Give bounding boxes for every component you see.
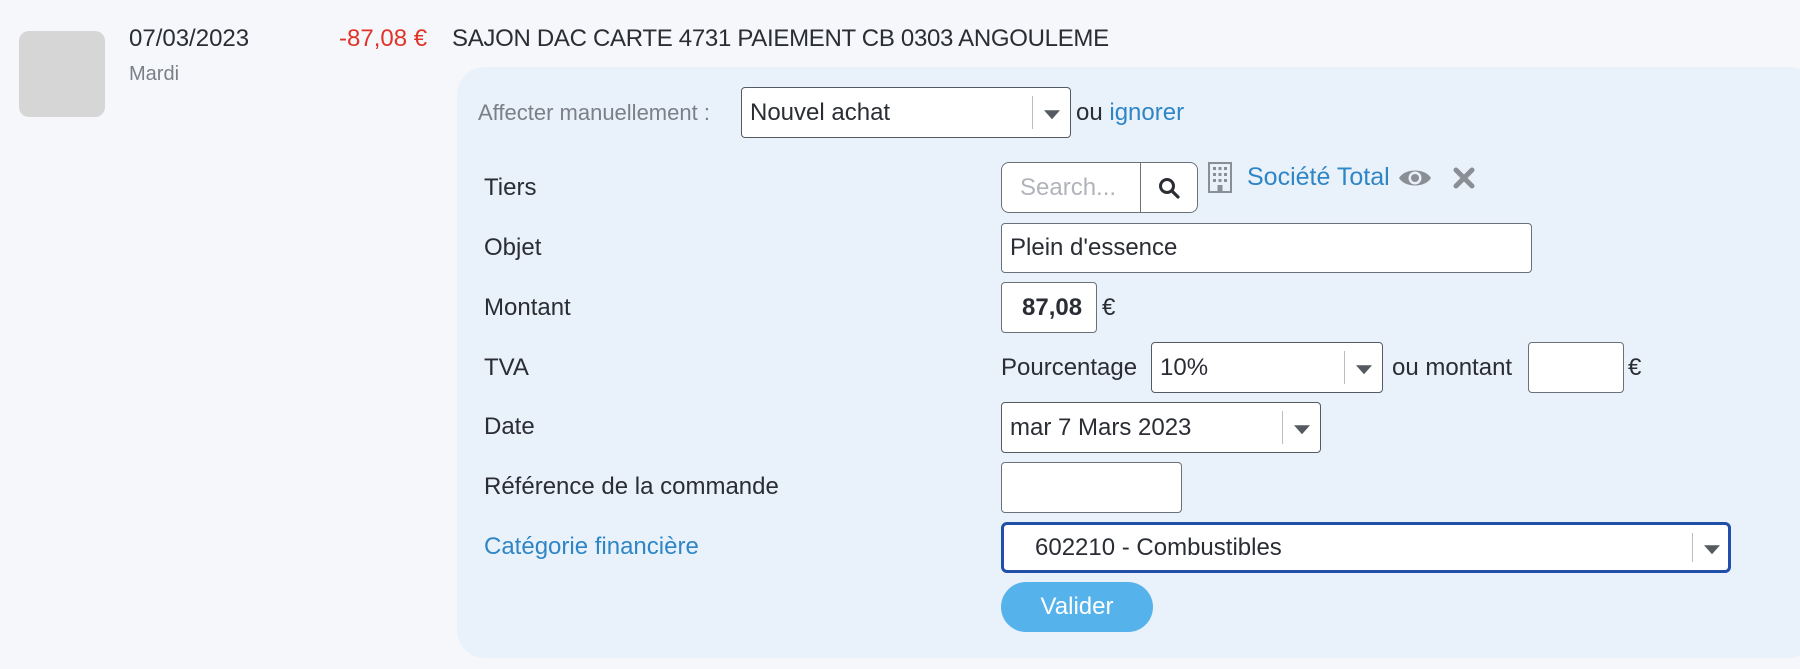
tva-amount-input[interactable] <box>1528 342 1624 393</box>
objet-value: Plein d'essence <box>1010 234 1178 261</box>
ignore-link[interactable]: ignorer <box>1109 99 1184 126</box>
tva-unit: € <box>1628 354 1642 381</box>
transaction-avatar <box>19 31 105 117</box>
close-icon[interactable] <box>1452 166 1476 190</box>
date-label: Date <box>484 413 535 440</box>
montant-unit: € <box>1102 294 1116 321</box>
categorie-value: 602210 - Combustibles <box>1035 533 1282 561</box>
tva-percent-select[interactable]: 10% <box>1151 342 1383 393</box>
tva-amount-label: ou montant <box>1392 354 1513 381</box>
tva-label: TVA <box>484 354 529 381</box>
chevron-down-icon <box>1356 364 1372 374</box>
reference-label: Référence de la commande <box>484 473 779 500</box>
eye-icon[interactable] <box>1398 166 1432 190</box>
montant-label: Montant <box>484 294 571 321</box>
categorie-label[interactable]: Catégorie financière <box>484 533 699 561</box>
transaction-amount: -87,08 € <box>339 25 428 52</box>
objet-label: Objet <box>484 234 542 261</box>
assign-or-text: ou <box>1076 99 1103 126</box>
search-icon <box>1159 178 1180 199</box>
transaction-day: Mardi <box>129 63 180 85</box>
chevron-down-icon <box>1044 109 1060 119</box>
assign-type-value: Nouvel achat <box>750 98 891 126</box>
tva-percent-value: 10% <box>1160 353 1209 381</box>
assign-label: Affecter manuellement : <box>478 100 710 125</box>
montant-input[interactable]: 87,08 <box>1001 282 1097 333</box>
chevron-down-icon <box>1704 544 1720 554</box>
submit-button[interactable]: Valider <box>1001 582 1153 632</box>
tiers-label: Tiers <box>484 174 537 201</box>
transaction-date: 07/03/2023 <box>129 25 250 52</box>
categorie-select[interactable]: 602210 - Combustibles <box>1001 522 1731 573</box>
tva-percent-label: Pourcentage <box>1001 354 1138 381</box>
reference-input[interactable] <box>1001 462 1182 513</box>
tiers-company-link[interactable]: Société Total <box>1247 163 1390 192</box>
montant-value: 87,08 <box>1022 293 1083 321</box>
assign-type-select[interactable]: Nouvel achat <box>741 87 1071 138</box>
date-value: mar 7 Mars 2023 <box>1010 413 1192 441</box>
tiers-search-input[interactable]: Search... <box>1001 162 1142 213</box>
date-select[interactable]: mar 7 Mars 2023 <box>1001 402 1321 453</box>
building-icon <box>1208 162 1232 193</box>
transaction-label: SAJON DAC CARTE 4731 PAIEMENT CB 0303 AN… <box>452 25 1109 52</box>
chevron-down-icon <box>1294 424 1310 434</box>
objet-input[interactable]: Plein d'essence <box>1001 223 1532 273</box>
tiers-search-button[interactable] <box>1140 162 1198 213</box>
tiers-search-placeholder: Search... <box>1020 173 1117 201</box>
